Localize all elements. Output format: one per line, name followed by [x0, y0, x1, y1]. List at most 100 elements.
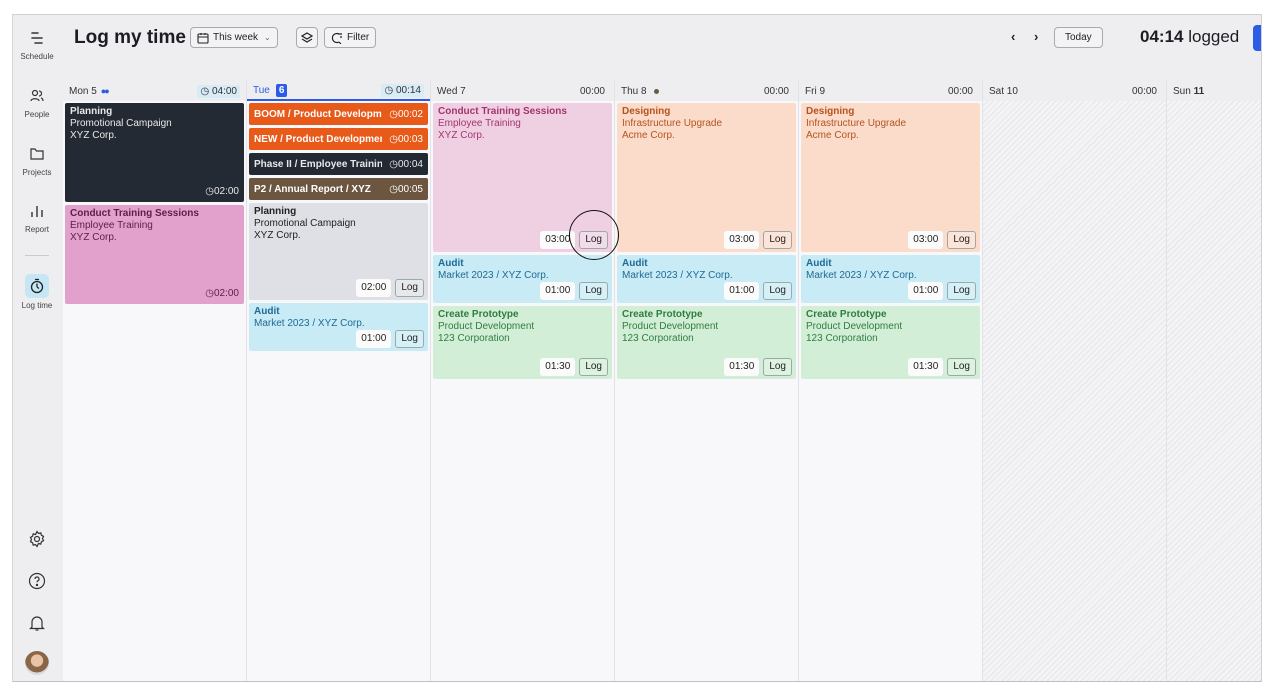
time-entry-card[interactable]: Planning Promotional Campaign XYZ Corp. … — [249, 203, 428, 300]
entry-title: Create Prototype — [622, 309, 703, 320]
entry-client: XYZ Corp. — [254, 230, 301, 241]
day-header: Thu 8 00:00 — [615, 81, 798, 101]
time-entry-card[interactable]: Conduct Training Sessions Employee Train… — [433, 103, 612, 252]
entry-client: 123 Corporation — [806, 333, 878, 344]
entry-project: Market 2023 / XYZ Corp. — [438, 270, 549, 281]
log-button[interactable]: Log — [947, 282, 976, 300]
day-body: BOOM / Product Development◷00:02 NEW / P… — [247, 101, 430, 681]
day-total: ◷ 00:14 — [381, 83, 424, 97]
running-timer-entry[interactable]: NEW / Product Development ◷00:03 — [249, 128, 428, 150]
log-button[interactable]: Log — [579, 231, 608, 249]
day-name: Mon 5 — [69, 85, 97, 97]
today-button[interactable]: Today — [1054, 27, 1103, 48]
day-total: 00:00 — [763, 85, 789, 97]
group-toggle-button[interactable] — [296, 27, 318, 48]
entry-client: XYZ Corp. — [70, 232, 117, 243]
day-name: Thu 8 — [621, 85, 647, 97]
log-button[interactable]: Log — [579, 282, 608, 300]
time-entry-card[interactable]: Conduct Training Sessions Employee Train… — [65, 205, 244, 304]
entry-project: Promotional Campaign — [70, 118, 172, 129]
people-icon — [26, 85, 48, 107]
entry-title: Audit — [806, 258, 832, 269]
log-button[interactable]: Log — [579, 358, 608, 376]
entry-title: Create Prototype — [806, 309, 887, 320]
entry-title: Planning — [254, 206, 297, 217]
running-timer-entry[interactable]: Phase II / Employee Training ◷00:04 — [249, 153, 428, 175]
help-icon — [26, 570, 48, 592]
day-header: Wed 7 00:00 — [431, 81, 614, 101]
entry-title: Conduct Training Sessions — [438, 106, 567, 117]
running-timer-entry[interactable]: P2 / Annual Report / XYZ ◷00:05 — [249, 178, 428, 200]
settings-button[interactable] — [13, 528, 61, 550]
time-entry-card[interactable]: Audit Market 2023 / XYZ Corp. 01:00 Log — [433, 255, 612, 303]
day-total: 00:00 — [1131, 85, 1157, 97]
entry-duration: 01:00 — [356, 330, 392, 348]
entry-title: Audit — [438, 258, 464, 269]
time-entry-card[interactable]: Planning Promotional Campaign XYZ Corp. … — [65, 103, 244, 202]
chevron-down-icon: ⌄ — [264, 33, 271, 42]
previous-week-button[interactable]: ‹ — [1011, 29, 1015, 44]
time-entry-card[interactable]: Create Prototype Product Development 123… — [433, 306, 612, 379]
log-button[interactable]: Log — [395, 279, 424, 297]
log-button[interactable]: Log — [947, 231, 976, 249]
day-body: Designing Infrastructure Upgrade Acme Co… — [615, 101, 798, 681]
time-entry-card[interactable]: Create Prototype Product Development 123… — [617, 306, 796, 379]
entry-title: Create Prototype — [438, 309, 519, 320]
primary-action-button[interactable] — [1253, 25, 1261, 51]
log-button[interactable]: Log — [395, 330, 424, 348]
sidebar-item-log-time[interactable]: Log time — [13, 274, 61, 310]
day-column-wed: Wed 7 00:00 Conduct Training Sessions Em… — [431, 81, 615, 681]
sidebar-item-people[interactable]: People — [13, 85, 61, 119]
time-entry-card[interactable]: Audit Market 2023 / XYZ Corp. 01:00 Log — [801, 255, 980, 303]
sidebar-item-schedule[interactable]: Schedule — [13, 27, 61, 61]
status-dot-icon — [653, 88, 659, 94]
logged-total: 04:14 logged — [1140, 27, 1239, 47]
day-column-tue: Tue 6 ◷ 00:14 BOOM / Product Development◷… — [247, 81, 431, 681]
day-name: Tue — [253, 84, 270, 96]
entry-client: 123 Corporation — [438, 333, 510, 344]
day-body: Designing Infrastructure Upgrade Acme Co… — [799, 101, 982, 681]
log-button[interactable]: Log — [763, 282, 792, 300]
day-header: Mon 5 ●● ◷ 04:00 — [63, 81, 246, 101]
entry-duration: 01:30 — [908, 358, 944, 376]
sidebar-item-report[interactable]: Report — [13, 200, 61, 234]
entry-project: Product Development — [806, 321, 903, 332]
entry-title: Designing — [622, 106, 671, 117]
log-button[interactable]: Log — [947, 358, 976, 376]
entry-title: Audit — [254, 306, 280, 317]
entry-project: Product Development — [622, 321, 719, 332]
sidebar-divider — [25, 255, 49, 256]
sidebar-item-label: Schedule — [20, 52, 54, 61]
help-button[interactable] — [13, 570, 61, 592]
date-range-dropdown[interactable]: This week ⌄ — [190, 27, 278, 48]
day-name: Sat 10 — [989, 85, 1018, 97]
day-column-sat: Sat 10 00:00 — [983, 81, 1167, 681]
notifications-button[interactable] — [13, 612, 61, 634]
entry-duration: 01:00 — [908, 282, 944, 300]
log-button[interactable]: Log — [763, 231, 792, 249]
entry-duration: 01:30 — [724, 358, 760, 376]
entry-duration: 01:00 — [540, 282, 576, 300]
running-timer-entry[interactable]: BOOM / Product Development◷00:02 — [249, 103, 428, 125]
sidebar: Schedule People Projects Report Log time — [13, 15, 63, 681]
time-entry-card[interactable]: Designing Infrastructure Upgrade Acme Co… — [801, 103, 980, 252]
sidebar-item-label: Projects — [22, 168, 52, 177]
filter-button[interactable]: Filter — [324, 27, 377, 48]
user-avatar-button[interactable] — [13, 651, 61, 675]
entry-timer: ◷02:00 — [205, 186, 239, 197]
day-body — [1167, 101, 1261, 681]
avatar — [25, 651, 49, 675]
time-entry-card[interactable]: Audit Market 2023 / XYZ Corp. 01:00 Log — [249, 303, 428, 351]
time-entry-card[interactable]: Create Prototype Product Development 123… — [801, 306, 980, 379]
layers-icon — [301, 31, 313, 43]
entry-duration: 03:00 — [724, 231, 760, 249]
time-entry-card[interactable]: Designing Infrastructure Upgrade Acme Co… — [617, 103, 796, 252]
log-button[interactable]: Log — [763, 358, 792, 376]
next-week-button[interactable]: › — [1034, 29, 1038, 44]
entry-project: Market 2023 / XYZ Corp. — [622, 270, 733, 281]
time-entry-card[interactable]: Audit Market 2023 / XYZ Corp. 01:00 Log — [617, 255, 796, 303]
week-grid: Mon 5 ●● ◷ 04:00 Planning Promotional Cam… — [63, 81, 1261, 681]
entry-client: XYZ Corp. — [438, 130, 485, 141]
filter-label: Filter — [347, 32, 370, 43]
sidebar-item-projects[interactable]: Projects — [13, 143, 61, 177]
